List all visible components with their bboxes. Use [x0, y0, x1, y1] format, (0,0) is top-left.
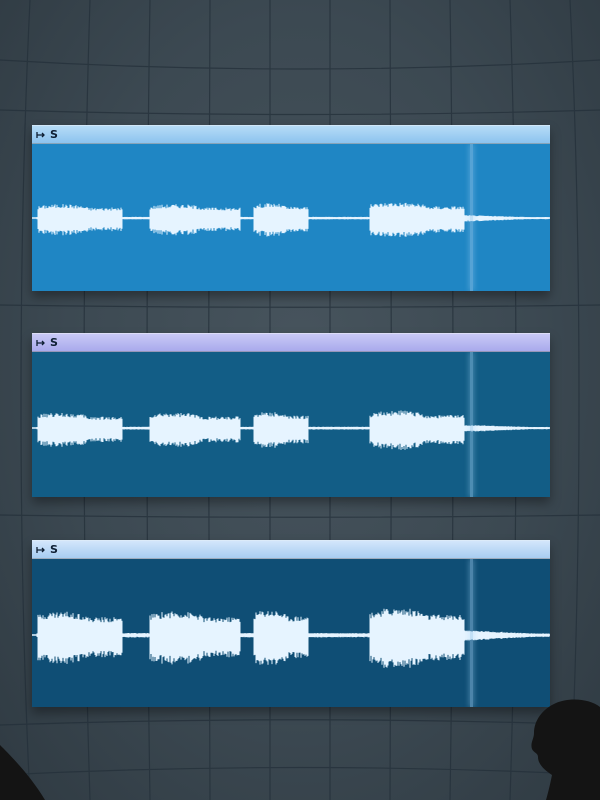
region-header[interactable]: S	[32, 125, 550, 144]
playhead[interactable]	[470, 352, 473, 497]
loop-arrow-icon	[36, 339, 46, 347]
editor-canvas: S S S	[0, 0, 600, 800]
audio-region-1[interactable]: S	[32, 125, 550, 291]
region-header[interactable]: S	[32, 540, 550, 559]
region-name: S	[50, 336, 58, 349]
waveform-area[interactable]	[32, 352, 550, 497]
loop-arrow-icon	[36, 546, 46, 554]
waveform-area[interactable]	[32, 144, 550, 291]
region-name: S	[50, 543, 58, 556]
playhead[interactable]	[470, 559, 473, 707]
loop-arrow-icon	[36, 131, 46, 139]
waveform-area[interactable]	[32, 559, 550, 707]
dark-corner-shape	[0, 745, 45, 800]
playhead[interactable]	[470, 144, 473, 291]
region-name: S	[50, 128, 58, 141]
person-silhouette	[531, 699, 600, 800]
audio-region-2[interactable]: S	[32, 333, 550, 497]
audio-region-3[interactable]: S	[32, 540, 550, 707]
region-header[interactable]: S	[32, 333, 550, 352]
